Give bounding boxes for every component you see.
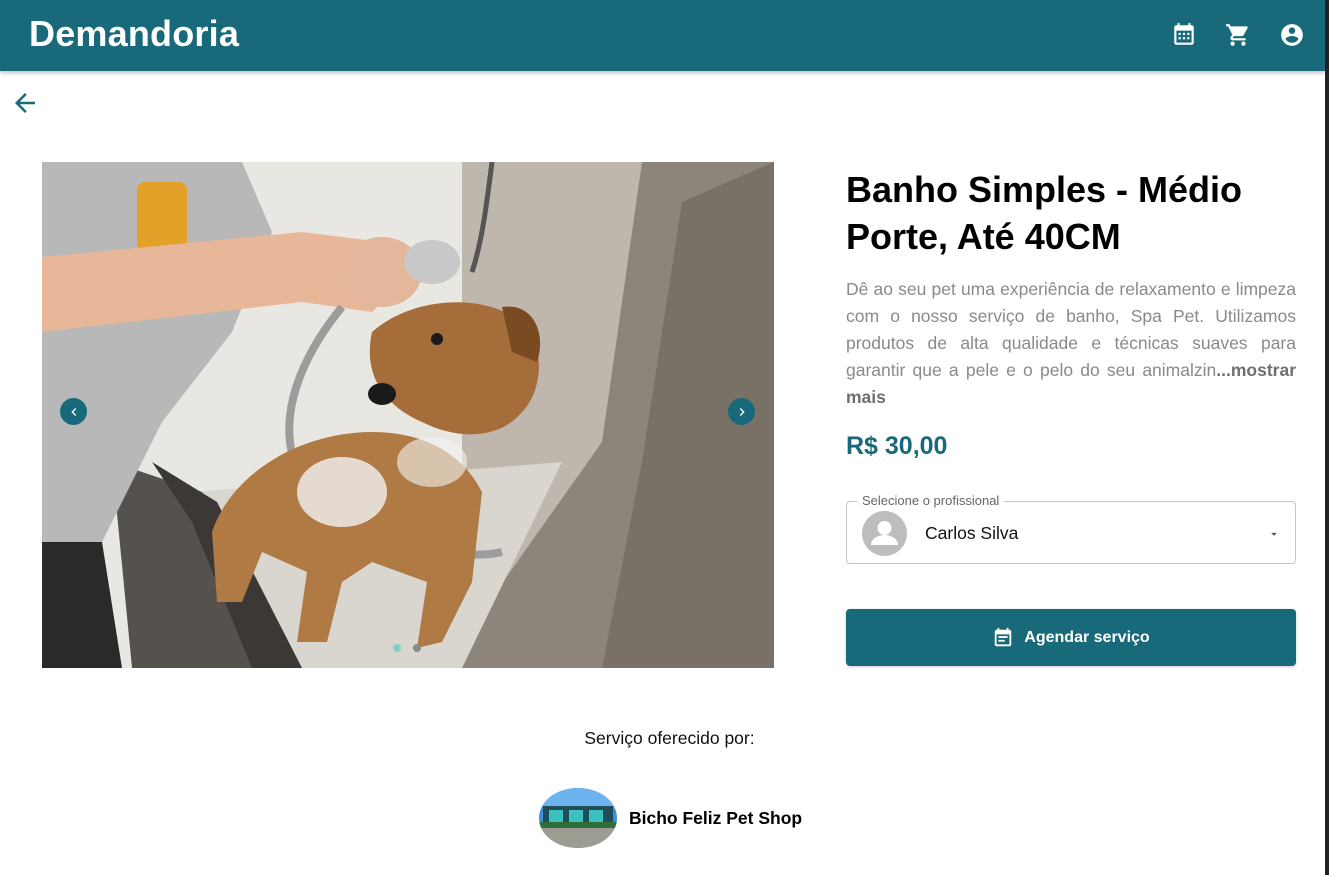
- dog-bath-photo: [42, 162, 774, 668]
- carousel-prev-button[interactable]: [60, 398, 87, 425]
- schedule-service-button[interactable]: Agendar serviço: [846, 609, 1296, 666]
- carousel-dot[interactable]: [393, 644, 401, 652]
- carousel-next-button[interactable]: [728, 398, 755, 425]
- service-title: Banho Simples - Médio Porte, Até 40CM: [846, 169, 1243, 257]
- back-arrow-icon[interactable]: [10, 88, 40, 118]
- professional-select-label: Selecione o profissional: [857, 493, 1005, 508]
- carousel-dots: [393, 644, 421, 652]
- cart-icon[interactable]: [1225, 22, 1251, 48]
- service-price: R$ 30,00: [846, 432, 948, 460]
- account-icon[interactable]: [1279, 22, 1305, 48]
- schedule-service-label: Agendar serviço: [1024, 628, 1150, 646]
- professional-select[interactable]: Selecione o profissional Carlos Silva: [846, 493, 1296, 564]
- avatar: [862, 511, 907, 556]
- event-note-icon: [995, 627, 1012, 646]
- appbar-actions: [1171, 22, 1305, 48]
- image-carousel[interactable]: [42, 162, 774, 668]
- provider-card[interactable]: Bicho Feliz Pet Shop: [539, 788, 802, 848]
- calendar-icon[interactable]: [1171, 22, 1197, 48]
- person-icon: [871, 521, 898, 545]
- chevron-left-icon: [70, 407, 76, 416]
- service-description: Dê ao seu pet uma experiência de relaxam…: [846, 276, 1296, 411]
- carousel-dot[interactable]: [413, 644, 421, 652]
- provider-heading: Serviço oferecido por:: [584, 728, 755, 748]
- app-bar: Demandoria: [0, 0, 1325, 71]
- provider-name[interactable]: Bicho Feliz Pet Shop: [629, 808, 802, 829]
- professional-select-value: Carlos Silva: [925, 523, 1019, 543]
- chevron-right-icon: [739, 407, 745, 416]
- brand-logo[interactable]: Demandoria: [29, 13, 239, 55]
- caret-down-icon: [1271, 532, 1277, 536]
- provider-logo[interactable]: [539, 788, 617, 848]
- storefront-photo: [539, 788, 617, 848]
